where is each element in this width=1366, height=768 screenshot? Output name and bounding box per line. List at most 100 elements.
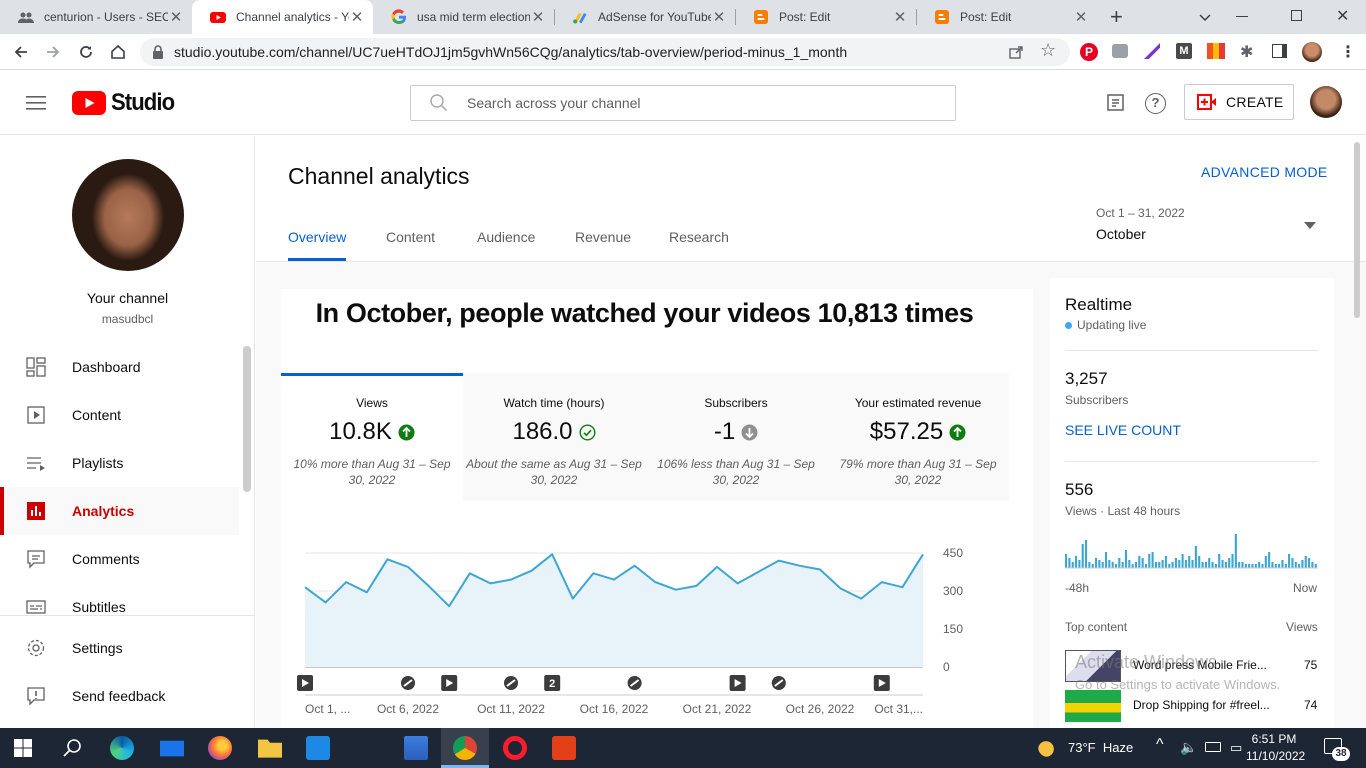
volume-icon[interactable]: 🔈	[1180, 739, 1197, 756]
video-editor-icon[interactable]	[404, 736, 428, 760]
reload-icon[interactable]	[78, 44, 94, 60]
views-chart[interactable]: 0 150 300 450 2 Oct 1, ... Oct 6, 2022 Oct 11, …	[281, 529, 1033, 729]
tab-audience[interactable]: Audience	[477, 229, 535, 245]
minimize-icon[interactable]	[1236, 16, 1248, 17]
sidebar-scrollbar[interactable]	[243, 346, 251, 492]
close-icon[interactable]: ✕	[1073, 8, 1089, 26]
close-icon[interactable]: ✕	[711, 8, 727, 26]
browser-tab-3[interactable]: AdSense for YouTube ✕	[554, 0, 735, 34]
metric-watch-time[interactable]: Watch time (hours) 186.0 About the same …	[463, 373, 645, 501]
metric-views[interactable]: Views 10.8K 10% more than Aug 31 – Sep 3…	[281, 373, 463, 501]
edge-icon[interactable]	[110, 736, 134, 760]
tray-chevron-icon[interactable]: ^	[1156, 736, 1164, 754]
windows-start-icon[interactable]	[14, 739, 32, 757]
chart-extension-icon[interactable]	[1207, 43, 1225, 59]
firefox-icon[interactable]	[208, 736, 232, 760]
sidebar-item-label: Subtitles	[72, 599, 126, 615]
m-extension-icon[interactable]: M	[1176, 43, 1192, 59]
tab-research[interactable]: Research	[669, 229, 729, 245]
video-camera-icon	[1197, 94, 1216, 110]
see-live-count-link[interactable]: SEE LIVE COUNT	[1065, 422, 1181, 438]
share-icon[interactable]	[1008, 44, 1024, 60]
restore-icon[interactable]	[1291, 10, 1302, 21]
mail-icon[interactable]	[160, 740, 184, 757]
side-panel-icon[interactable]	[1272, 44, 1287, 58]
browser-tab-5[interactable]: Post: Edit ✕	[916, 0, 1097, 34]
new-tab-icon[interactable]: +	[1110, 6, 1123, 28]
address-toolbar: studio.youtube.com/channel/UC7ueHTdOJ1jm…	[0, 34, 1366, 70]
realtime-status-text: Updating live	[1077, 318, 1147, 332]
clock-date[interactable]: 11/10/2022	[1246, 749, 1305, 763]
browser-tab-2[interactable]: usa mid term election ✕	[373, 0, 554, 34]
sidebar-item-feedback[interactable]: Send feedback	[0, 672, 239, 720]
chrome-icon[interactable]	[453, 736, 477, 760]
realtime-bar	[1221, 560, 1224, 568]
account-avatar[interactable]	[1310, 86, 1342, 118]
realtime-status: Updating live	[1065, 318, 1146, 332]
tab-content[interactable]: Content	[386, 229, 435, 245]
realtime-bar-chart[interactable]	[1065, 530, 1318, 572]
profile-avatar[interactable]	[1302, 42, 1322, 62]
create-button[interactable]: CREATE	[1184, 84, 1294, 120]
battery-icon[interactable]: ▭	[1230, 740, 1242, 756]
top-content-item[interactable]: Word press Mobile Frie... 75	[1065, 650, 1318, 684]
sidebar-item-dashboard[interactable]: Dashboard	[0, 343, 239, 391]
sidebar-item-comments[interactable]: Comments	[0, 535, 239, 583]
menu-dots-icon[interactable]: ⋮	[1340, 42, 1356, 62]
sidebar-item-settings[interactable]: Settings	[0, 624, 239, 672]
main-scrollbar[interactable]	[1354, 142, 1360, 318]
search-input[interactable]: Search across your channel	[410, 85, 956, 121]
blogger-icon	[935, 10, 949, 24]
close-icon[interactable]: ✕	[530, 8, 546, 26]
advanced-mode-button[interactable]: ADVANCED MODE	[1201, 164, 1328, 180]
realtime-bar	[1204, 562, 1207, 568]
chevron-down-icon[interactable]	[1198, 10, 1212, 24]
store-icon[interactable]	[306, 736, 330, 760]
opera-icon[interactable]	[503, 736, 527, 760]
bookmark-star-icon[interactable]: ☆	[1040, 40, 1056, 61]
realtime-bar	[1261, 564, 1264, 568]
browser-tab-0[interactable]: centurion - Users - SEO ✕	[0, 0, 192, 34]
camera-icon[interactable]	[1112, 44, 1128, 58]
weather-icon[interactable]	[1038, 737, 1058, 757]
close-icon[interactable]: ✕	[892, 8, 908, 26]
studio-logo[interactable]: Studio	[72, 89, 180, 117]
url-bar[interactable]: studio.youtube.com/channel/UC7ueHTdOJ1jm…	[140, 38, 1070, 66]
network-icon[interactable]	[1205, 742, 1221, 752]
back-icon[interactable]	[13, 44, 29, 60]
pinterest-icon[interactable]: P	[1080, 43, 1098, 61]
sidebar-item-content[interactable]: Content	[0, 391, 239, 439]
realtime-bar	[1071, 562, 1074, 568]
office-icon[interactable]	[552, 736, 576, 760]
tab-overview[interactable]: Overview	[288, 229, 346, 245]
x-tick-label: Oct 31,...	[874, 702, 923, 716]
metric-value: 186.0	[512, 418, 573, 445]
weather-text[interactable]: 73°F Haze	[1068, 740, 1133, 755]
metric-revenue[interactable]: Your estimated revenue $57.25 79% more t…	[827, 373, 1009, 501]
period-selector[interactable]: Oct 1 – 31, 2022 October	[1096, 206, 1326, 246]
feedback-icon[interactable]	[1107, 94, 1125, 112]
realtime-bar	[1224, 562, 1227, 568]
file-explorer-icon[interactable]	[258, 739, 282, 758]
pen-extension-icon[interactable]	[1144, 43, 1160, 59]
close-icon[interactable]: ✕	[168, 8, 184, 26]
browser-tab-4[interactable]: Post: Edit ✕	[735, 0, 916, 34]
sidebar-item-analytics[interactable]: Analytics	[0, 487, 239, 535]
hamburger-menu-icon[interactable]	[26, 95, 46, 111]
clock-time[interactable]: 6:51 PM	[1246, 732, 1302, 746]
taskbar-search-icon[interactable]	[62, 738, 82, 758]
metric-subscribers[interactable]: Subscribers -1 106% less than Aug 31 – S…	[645, 373, 827, 501]
home-icon[interactable]	[109, 43, 127, 61]
browser-tab-title: AdSense for YouTube	[598, 10, 711, 24]
window-close-icon[interactable]: ✕	[1336, 6, 1349, 26]
sidebar-item-playlists[interactable]: Playlists	[0, 439, 239, 487]
close-icon[interactable]: ✕	[349, 8, 365, 26]
puzzle-icon[interactable]: ✱	[1240, 42, 1253, 62]
help-icon[interactable]: ?	[1145, 93, 1166, 114]
forward-icon[interactable]	[45, 44, 61, 60]
tab-revenue[interactable]: Revenue	[575, 229, 631, 245]
browser-tab-1[interactable]: Channel analytics - YouTube ✕	[192, 0, 373, 34]
realtime-subscribers: 3,257	[1065, 369, 1108, 388]
top-content-item[interactable]: Drop Shipping for #freel... 74	[1065, 690, 1318, 724]
channel-avatar[interactable]	[72, 159, 184, 271]
